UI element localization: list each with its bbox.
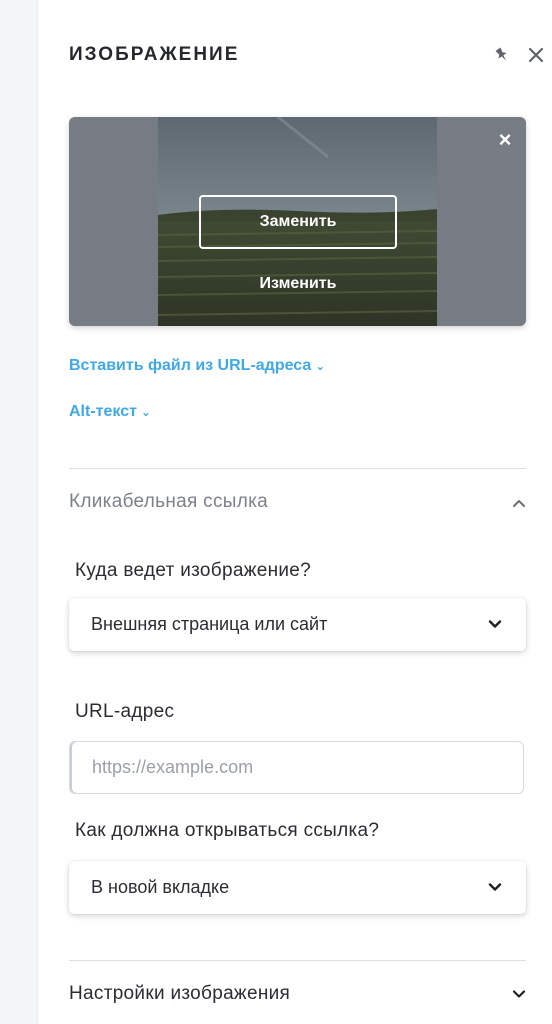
url-input[interactable]: [69, 741, 524, 794]
link-open-mode-select[interactable]: В новой вкладке: [69, 861, 526, 914]
link-open-mode-value: В новой вкладке: [91, 877, 230, 897]
remove-image-icon[interactable]: ×: [494, 129, 516, 151]
alt-text-link[interactable]: Alt-текст ⌄: [69, 403, 151, 421]
image-settings-section-header[interactable]: Настройки изображения: [69, 983, 290, 1005]
image-preview-card: × Заменить Изменить: [69, 117, 526, 326]
edit-button[interactable]: Изменить: [199, 269, 397, 299]
insert-from-url-link[interactable]: Вставить файл из URL-адреса ⌄: [69, 357, 325, 375]
chevron-up-icon[interactable]: [511, 495, 527, 511]
chevron-down-icon[interactable]: [511, 986, 527, 1002]
image-settings-panel: ИЗОБРАЖЕНИЕ × Заменить Изменить Вставить…: [38, 0, 552, 1024]
link-target-label: Куда ведет изображение?: [75, 560, 312, 581]
divider: [69, 468, 526, 469]
link-open-mode-label: Как должна открываться ссылка?: [75, 820, 380, 841]
clickable-link-section-header[interactable]: Кликабельная ссылка: [69, 491, 268, 513]
chevron-down-icon: ⌄: [140, 405, 151, 419]
left-sidebar-strip: [0, 0, 38, 1024]
link-target-select[interactable]: Внешняя страница или сайт: [69, 598, 526, 651]
panel-title: ИЗОБРАЖЕНИЕ: [69, 44, 240, 65]
pin-icon[interactable]: [493, 46, 511, 64]
url-label: URL-адрес: [75, 701, 175, 722]
chevron-down-icon: [488, 883, 502, 891]
link-target-value: Внешняя страница или сайт: [91, 614, 328, 634]
divider: [69, 960, 526, 961]
close-icon[interactable]: [527, 46, 545, 64]
replace-button[interactable]: Заменить: [199, 195, 397, 249]
alt-text-label: Alt-текст: [69, 403, 137, 420]
insert-from-url-label: Вставить файл из URL-адреса: [69, 357, 312, 374]
chevron-down-icon: [488, 620, 502, 628]
chevron-down-icon: ⌄: [315, 359, 326, 373]
